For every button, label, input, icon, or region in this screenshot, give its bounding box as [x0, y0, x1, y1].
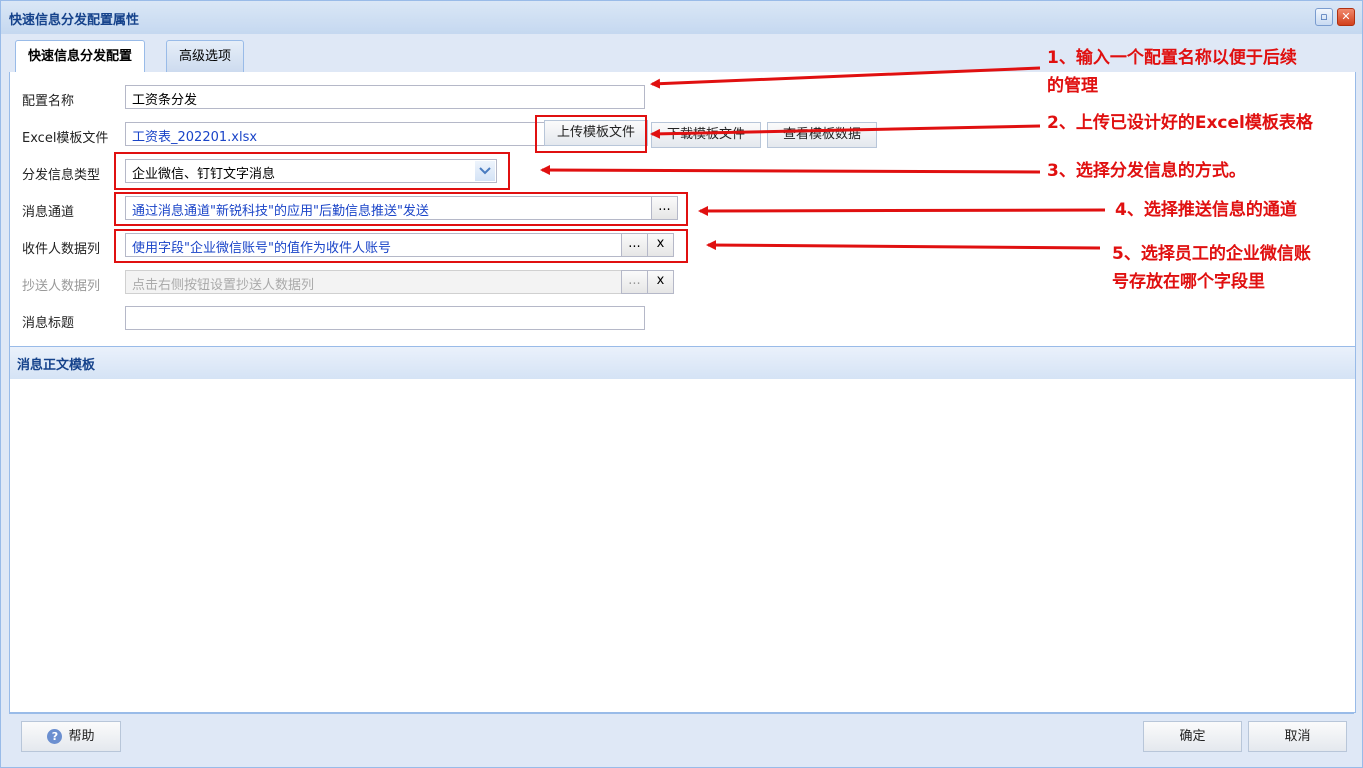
arrow-5 — [706, 240, 1101, 251]
annotation-1-line2: 的管理 — [1047, 76, 1098, 96]
annotation-2: 2、上传已设计好的Excel模板表格 — [1047, 113, 1313, 133]
arrow-2 — [650, 124, 1041, 139]
annotation-4: 4、选择推送信息的通道 — [1115, 200, 1297, 220]
annotation-3: 3、选择分发信息的方式。 — [1047, 161, 1246, 181]
annotation-5-line1: 5、选择员工的企业微信账 — [1112, 244, 1311, 264]
arrow-4 — [698, 205, 1106, 216]
arrow-1 — [650, 66, 1041, 89]
annotation-5-line2: 号存放在哪个字段里 — [1112, 272, 1265, 292]
arrow-3 — [540, 165, 1041, 176]
annotation-1-line1: 1、输入一个配置名称以便于后续 — [1047, 48, 1297, 68]
annotation-1: 1、输入一个配置名称以便于后续 的管理 — [1047, 44, 1297, 100]
annotation-5: 5、选择员工的企业微信账 号存放在哪个字段里 — [1112, 240, 1311, 296]
